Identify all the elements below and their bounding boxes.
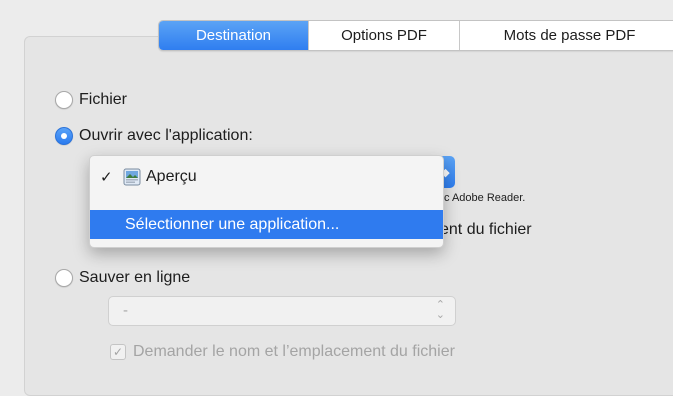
adobe-reader-note: c Adobe Reader. [444,192,526,204]
tab-destination[interactable]: Destination [159,21,308,50]
hidden-checkbox-label: ent du fichier [440,221,532,238]
sauver-radio[interactable] [55,269,73,287]
checkmark-icon: ✓ [100,169,113,186]
app-dropdown-menu: ✓ Aperçu Sélectionner une application... [89,155,444,248]
apercu-label: Aperçu [146,168,197,185]
sauver-label: Sauver en ligne [79,269,191,286]
fichier-label: Fichier [79,91,128,108]
tab-bar: Destination Options PDF Mots de passe PD… [158,20,673,51]
ouvrir-option[interactable]: Ouvrir avec l'application: [55,127,253,145]
ouvrir-radio[interactable] [55,127,73,145]
menu-item-select-application[interactable]: Sélectionner une application... [90,210,443,239]
online-service-select[interactable]: - ⌃ ⌄ [108,296,456,326]
tab-mots-de-passe-pdf[interactable]: Mots de passe PDF [459,21,673,50]
online-select-value: - [123,302,128,319]
sauver-option[interactable]: Sauver en ligne [55,269,190,287]
fichier-radio[interactable] [55,91,73,109]
ask-filename-label: Demander le nom et l’emplacement du fich… [133,343,455,360]
select-arrows-icon: ⌃ ⌄ [435,299,445,321]
menu-item-apercu[interactable]: ✓ Aperçu [90,162,443,192]
preview-app-icon [123,168,141,186]
fichier-option[interactable]: Fichier [55,91,127,109]
ask-filename-checkbox[interactable]: ✓ [110,344,126,360]
tab-options-pdf[interactable]: Options PDF [308,21,459,50]
select-application-label: Sélectionner une application... [125,215,340,233]
ouvrir-label: Ouvrir avec l'application: [79,127,253,144]
ask-filename-option[interactable]: ✓ Demander le nom et l’emplacement du fi… [110,343,455,361]
